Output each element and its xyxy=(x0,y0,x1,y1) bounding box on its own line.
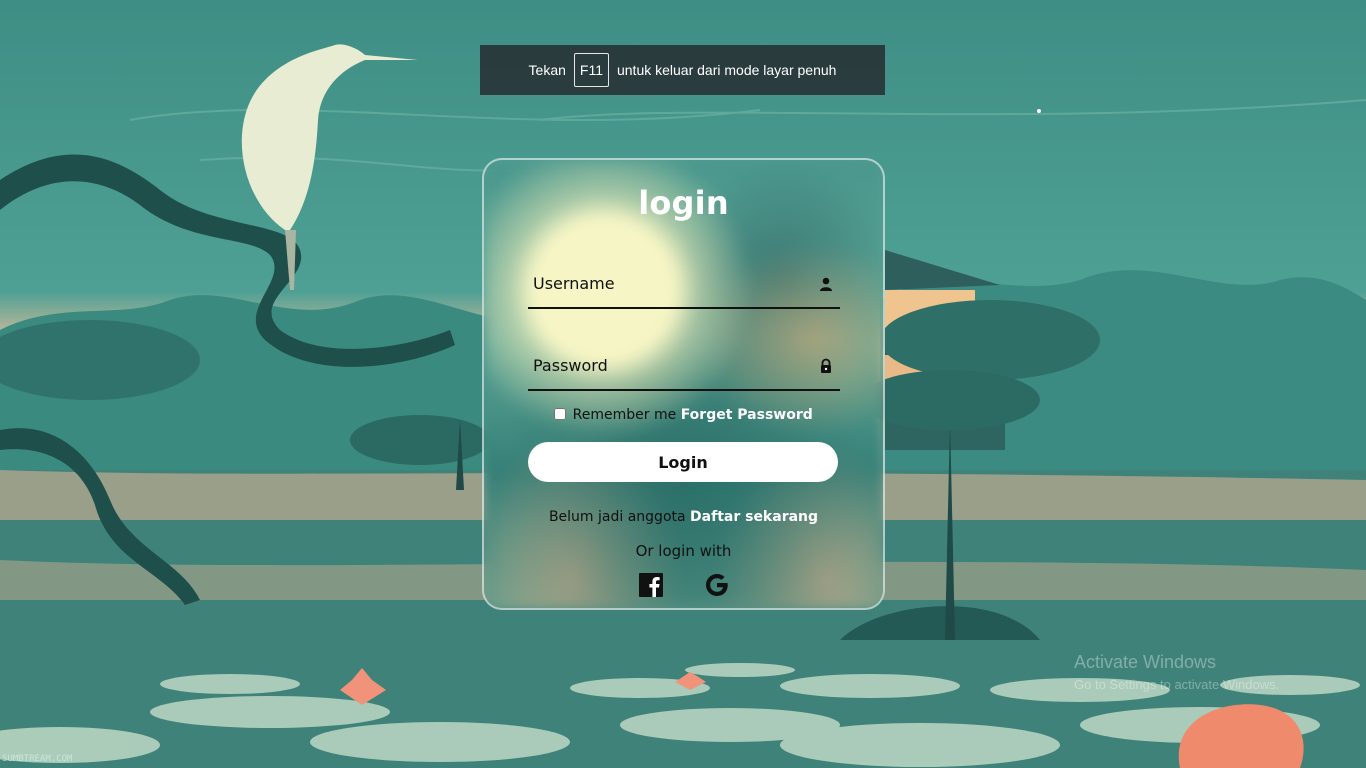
password-field xyxy=(528,341,840,391)
lock-icon xyxy=(818,358,834,374)
fullscreen-exit-toast: Tekan F11 untuk keluar dari mode layar p… xyxy=(480,45,885,95)
toast-suffix: untuk keluar dari mode layar penuh xyxy=(616,62,837,78)
register-row: Belum jadi anggota Daftar sekarang xyxy=(484,509,883,525)
social-login-row xyxy=(484,572,883,598)
login-button[interactable]: Login xyxy=(528,442,838,482)
watermark-subtitle: Go to Settings to activate Windows. xyxy=(1074,677,1280,692)
user-icon xyxy=(818,276,834,292)
social-login-prompt: Or login with xyxy=(635,542,732,560)
facebook-icon[interactable] xyxy=(638,572,664,598)
password-input[interactable] xyxy=(528,341,840,389)
f11-key-badge: F11 xyxy=(573,53,609,87)
username-input[interactable] xyxy=(528,259,840,307)
login-card: login Remember me Forget Password Login … xyxy=(482,158,885,610)
toast-prefix: Tekan xyxy=(528,62,566,78)
forgot-password-link[interactable]: Forget Password xyxy=(681,407,813,423)
watermark-title: Activate Windows xyxy=(1074,652,1217,672)
register-prompt: Belum jadi anggota xyxy=(548,509,686,525)
google-icon[interactable] xyxy=(704,572,730,598)
remember-checkbox[interactable] xyxy=(554,408,567,420)
remember-row: Remember me Forget Password xyxy=(484,407,883,423)
register-link[interactable]: Daftar sekarang xyxy=(690,509,818,525)
remember-label: Remember me xyxy=(572,407,677,423)
windows-activation-watermark: Activate Windows Go to Settings to activ… xyxy=(1074,652,1279,692)
login-title: login xyxy=(638,184,729,222)
username-field xyxy=(528,259,840,309)
image-credit: SUMBTREAM.COM xyxy=(2,754,73,764)
